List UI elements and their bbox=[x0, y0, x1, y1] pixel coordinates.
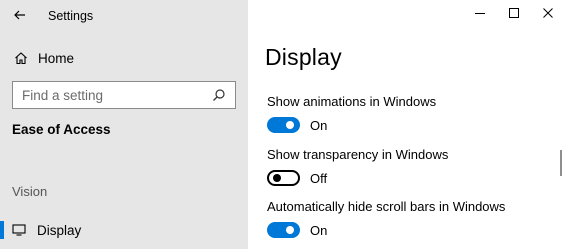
toggle-knob bbox=[286, 226, 294, 234]
main-content: Display Show animations in Windows On Sh… bbox=[248, 0, 565, 249]
search-box[interactable] bbox=[12, 81, 236, 109]
close-button[interactable] bbox=[531, 0, 565, 28]
setting-title: Show animations in Windows bbox=[267, 94, 437, 109]
back-button[interactable] bbox=[0, 0, 40, 32]
setting-hide-scroll-bars: Automatically hide scroll bars in Window… bbox=[267, 199, 505, 238]
page-title: Display bbox=[265, 44, 342, 70]
title-bar: Settings bbox=[0, 0, 248, 32]
scroll-bars-toggle[interactable] bbox=[267, 222, 300, 238]
monitor-icon bbox=[12, 224, 26, 236]
minimize-button[interactable] bbox=[463, 0, 497, 28]
toggle-knob bbox=[273, 174, 281, 182]
home-icon bbox=[14, 51, 28, 65]
back-arrow-icon bbox=[14, 7, 26, 25]
scrollbar-thumb[interactable] bbox=[560, 150, 562, 176]
sidebar-item-label: Display bbox=[37, 222, 82, 238]
setting-show-transparency: Show transparency in Windows Off bbox=[267, 147, 448, 186]
search-icon[interactable] bbox=[212, 88, 226, 102]
toggle-state-label: Off bbox=[310, 170, 328, 186]
setting-title: Automatically hide scroll bars in Window… bbox=[267, 199, 506, 214]
app-title: Settings bbox=[48, 9, 94, 23]
animations-toggle[interactable] bbox=[267, 117, 300, 133]
setting-show-animations: Show animations in Windows On bbox=[267, 94, 436, 133]
sidebar: Settings Home Ease of Access Vision Disp… bbox=[0, 0, 248, 249]
toggle-state-label: On bbox=[310, 222, 328, 238]
settings-window: Settings Home Ease of Access Vision Disp… bbox=[0, 0, 565, 249]
group-label-vision: Vision bbox=[12, 184, 48, 199]
maximize-icon bbox=[509, 5, 519, 23]
section-heading: Ease of Access bbox=[12, 122, 111, 137]
setting-title: Show transparency in Windows bbox=[267, 147, 449, 162]
transparency-toggle[interactable] bbox=[267, 170, 300, 186]
sidebar-item-display[interactable]: Display bbox=[0, 218, 248, 242]
minimize-icon bbox=[475, 5, 485, 23]
toggle-state-label: On bbox=[310, 117, 328, 133]
close-icon bbox=[543, 5, 553, 23]
selection-indicator bbox=[0, 221, 4, 239]
sidebar-item-home[interactable]: Home bbox=[0, 44, 248, 72]
search-input[interactable] bbox=[13, 87, 203, 103]
toggle-knob bbox=[286, 121, 294, 129]
home-label: Home bbox=[38, 50, 75, 66]
window-controls bbox=[463, 0, 565, 28]
maximize-button[interactable] bbox=[497, 0, 531, 28]
